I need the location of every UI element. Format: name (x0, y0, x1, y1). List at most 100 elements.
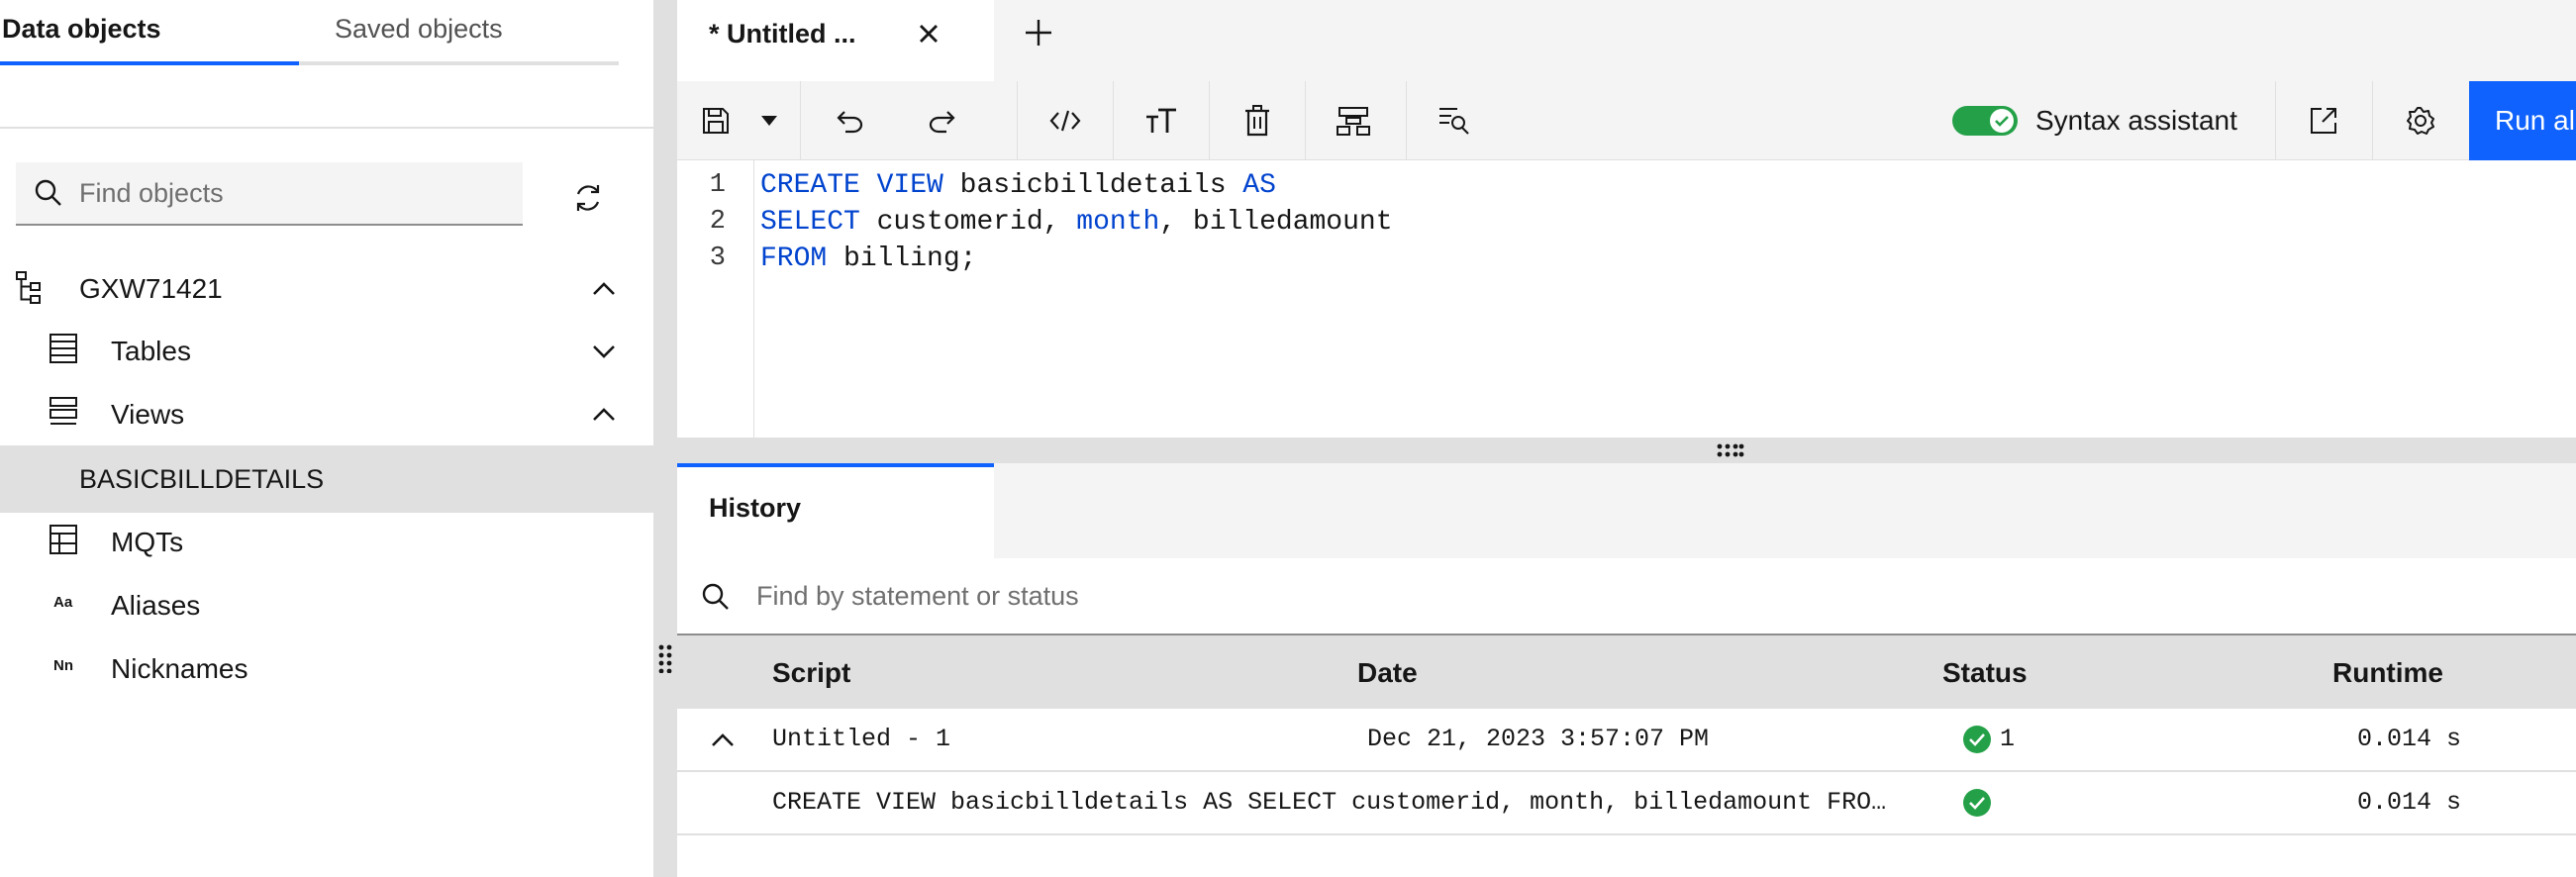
history-script: Untitled - 1 (772, 725, 951, 753)
chevron-down-icon[interactable] (590, 338, 618, 365)
tab-saved-objects[interactable]: Saved objects (299, 0, 619, 65)
tree-item-aliases[interactable]: Aa Aliases (0, 574, 653, 637)
line-number-gutter: 1 2 3 (677, 160, 754, 438)
undo-button[interactable] (801, 81, 896, 160)
drag-handle-icon (657, 643, 673, 673)
sql-text: billing; (827, 244, 977, 274)
history-tab-label: History (709, 493, 802, 523)
toggle-knob (1990, 109, 2014, 133)
history-status-count: 1 (2000, 725, 2016, 753)
history-search-input[interactable] (754, 558, 1645, 633)
trash-icon (1243, 105, 1271, 137)
history-runtime: 0.014 s (2357, 788, 2462, 817)
views-label: Views (111, 399, 185, 430)
mqt-table-icon (50, 525, 77, 554)
panel-resize-handle[interactable] (653, 0, 677, 877)
editor-resize-handle[interactable] (677, 438, 2576, 463)
column-header-date[interactable]: Date (1357, 635, 1418, 711)
sql-keyword: AS (1242, 170, 1276, 201)
sql-editor[interactable]: 1 2 3 CREATE VIEW basicbilldetails AS SE… (677, 160, 2576, 438)
tree-item-views[interactable]: Views (0, 383, 653, 446)
history-row[interactable]: Untitled - 1 Dec 21, 2023 3:57:07 PM 1 0… (677, 709, 2576, 772)
text-size-button[interactable] (1114, 81, 1209, 160)
undo-icon (832, 108, 865, 134)
nickname-icon: Nn (53, 657, 73, 674)
sql-text: , billedamount (1159, 207, 1393, 238)
save-icon (701, 106, 731, 136)
success-icon (1962, 725, 1992, 754)
tree-item-nicknames[interactable]: Nn Nicknames (0, 637, 653, 701)
sql-text: basicbilldetails (942, 170, 1243, 201)
editor-tab-label: * Untitled ... (709, 19, 856, 49)
chevron-up-icon[interactable] (590, 401, 618, 429)
view-icon (50, 397, 77, 427)
drag-handle-icon (1717, 443, 1744, 457)
code-line: FROM billing; (760, 244, 976, 274)
panel-divider (0, 127, 653, 129)
settings-button[interactable] (2373, 81, 2468, 160)
tree-item-database[interactable]: GXW71421 (0, 257, 653, 321)
explain-button[interactable] (1306, 81, 1401, 160)
history-date: Dec 21, 2023 3:57:07 PM (1367, 725, 1710, 753)
editor-tab-bar: * Untitled ... (677, 0, 2576, 81)
line-number: 2 (709, 207, 726, 237)
editor-toolbar: Syntax assistant Run al (677, 81, 2576, 160)
run-all-button[interactable]: Run al (2469, 81, 2576, 160)
chevron-up-icon[interactable] (709, 727, 737, 754)
column-header-status[interactable]: Status (1942, 635, 2028, 711)
refresh-icon (566, 176, 610, 220)
search-icon (34, 178, 63, 208)
sql-keyword: month (1076, 207, 1160, 238)
mqts-label: MQTs (111, 527, 184, 557)
tree-item-tables[interactable]: Tables (0, 320, 653, 383)
history-row[interactable]: CREATE VIEW basicbilldetails AS SELECT c… (677, 772, 2576, 835)
clear-button[interactable] (1210, 81, 1305, 160)
find-objects-input[interactable] (77, 162, 513, 224)
success-icon (1962, 788, 1992, 818)
syntax-assistant-label: Syntax assistant (2035, 105, 2237, 136)
history-table-header: Script Date Status Runtime (677, 635, 2576, 709)
redo-button[interactable] (896, 81, 991, 160)
tree-item-basicbilldetails[interactable]: BASICBILLDETAILS (0, 445, 653, 513)
history-runtime: 0.014 s (2357, 725, 2462, 753)
syntax-assistant-toggle[interactable] (1952, 106, 2018, 136)
table-icon (50, 334, 77, 363)
column-header-runtime[interactable]: Runtime (2332, 635, 2443, 711)
line-number: 1 (709, 170, 726, 200)
tree-item-mqts[interactable]: MQTs (0, 511, 653, 574)
nicknames-label: Nicknames (111, 653, 248, 684)
tab-history[interactable]: History (677, 463, 994, 558)
chevron-up-icon[interactable] (590, 275, 618, 303)
aliases-label: Aliases (111, 590, 201, 621)
open-in-new-window-button[interactable] (2276, 81, 2371, 160)
flow-diagram-icon (1337, 106, 1370, 136)
editor-tab-untitled[interactable]: * Untitled ... (677, 0, 994, 81)
alias-icon: Aa (53, 594, 73, 611)
code-icon (1048, 108, 1082, 134)
history-script: CREATE VIEW basicbilldetails AS SELECT c… (772, 788, 1887, 817)
data-objects-panel: Data objects Saved objects GXW71421 Tabl… (0, 0, 653, 877)
tab-data-objects[interactable]: Data objects (0, 0, 299, 65)
save-button[interactable] (687, 81, 744, 160)
results-tab-bar: History (677, 463, 2576, 558)
save-options-button[interactable] (746, 81, 792, 160)
add-tab-icon[interactable] (1022, 16, 1055, 49)
tables-label: Tables (111, 336, 191, 366)
column-header-script[interactable]: Script (772, 635, 850, 711)
line-number: 3 (709, 244, 726, 273)
code-line: CREATE VIEW basicbilldetails AS (760, 170, 1276, 201)
view-name-label: BASICBILLDETAILS (79, 464, 325, 494)
sql-keyword: FROM (760, 244, 828, 274)
code-line: SELECT customerid, month, billedamount (760, 207, 1393, 238)
format-code-button[interactable] (1018, 81, 1113, 160)
sql-keyword: SELECT (760, 207, 860, 238)
search-icon (701, 582, 731, 612)
find-replace-button[interactable] (1407, 81, 1502, 160)
refresh-button[interactable] (566, 176, 610, 220)
caret-down-icon (759, 114, 779, 128)
redo-icon (927, 108, 960, 134)
close-icon[interactable] (915, 20, 942, 48)
tree-structure-icon (16, 271, 50, 305)
gear-icon (2406, 106, 2435, 136)
search-list-icon (1437, 106, 1471, 136)
